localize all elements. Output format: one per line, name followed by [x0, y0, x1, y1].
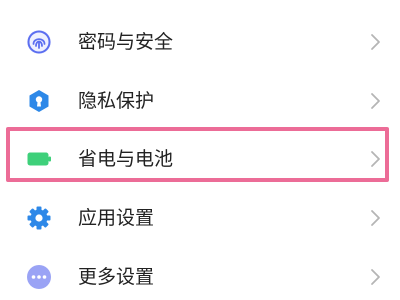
settings-item-password-security[interactable]: 密码与安全 [0, 13, 400, 71]
settings-item-more-settings[interactable]: 更多设置 [0, 248, 400, 300]
settings-item-app-settings[interactable]: 应用设置 [0, 189, 400, 247]
privacy-shield-icon [26, 88, 52, 114]
more-dots-icon [26, 264, 52, 290]
battery-icon [26, 146, 52, 172]
chevron-right-icon [369, 150, 381, 168]
chevron-right-icon [369, 268, 381, 286]
settings-item-label: 省电与电池 [78, 147, 174, 170]
chevron-right-icon [369, 92, 381, 110]
settings-item-label: 应用设置 [78, 206, 155, 229]
settings-item-battery[interactable]: 省电与电池 [0, 130, 400, 188]
settings-item-label: 隐私保护 [78, 89, 155, 112]
chevron-right-icon [369, 33, 381, 51]
settings-item-label: 更多设置 [78, 265, 155, 288]
settings-page: 密码与安全 隐私保护 省电与电池 应用设置 更多设置 [0, 0, 400, 300]
fingerprint-icon [26, 29, 52, 55]
settings-item-label: 密码与安全 [78, 30, 174, 53]
chevron-right-icon [369, 209, 381, 227]
settings-item-privacy[interactable]: 隐私保护 [0, 72, 400, 130]
gear-icon [26, 205, 52, 231]
